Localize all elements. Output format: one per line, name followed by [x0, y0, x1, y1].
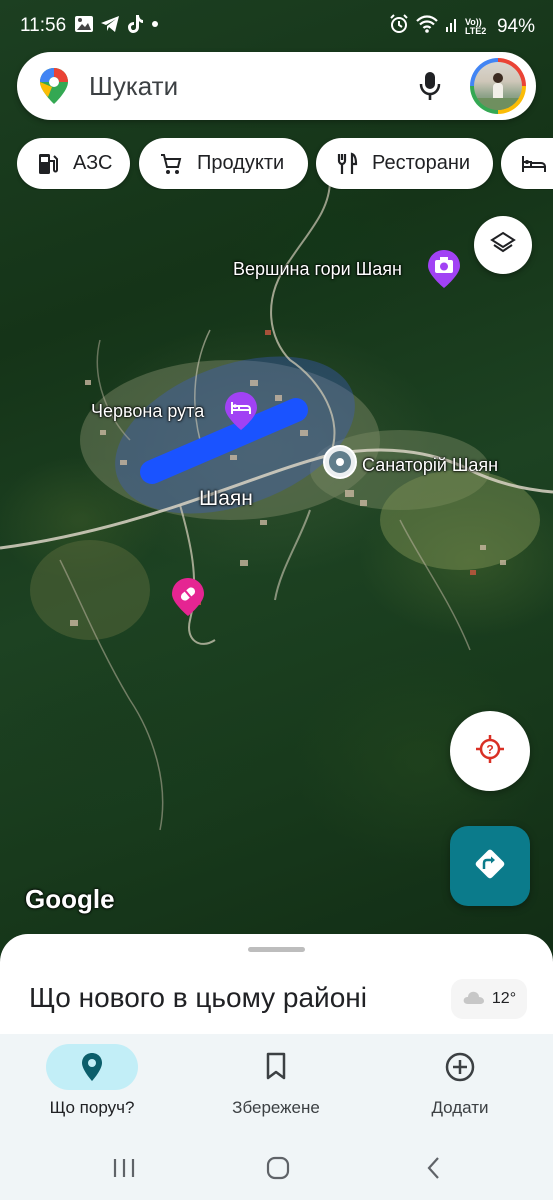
- search-bar[interactable]: Шукати: [17, 52, 536, 120]
- chip-label: Ресторани: [372, 152, 471, 174]
- directions-icon: [473, 847, 507, 886]
- map-label-hotel[interactable]: Червона рута: [91, 401, 204, 422]
- battery-level: 94%: [496, 16, 535, 37]
- maps-pin-icon: [39, 67, 69, 110]
- chip-hotels[interactable]: [501, 138, 553, 189]
- cart-icon: [159, 152, 183, 176]
- telegram-icon: [100, 15, 120, 39]
- weather-temperature: 12°: [491, 990, 517, 1007]
- cloud-icon: [462, 989, 486, 1010]
- category-chips: АЗС Продукти Ресторани: [17, 138, 553, 190]
- map-label-peak[interactable]: Вершина гори Шаян: [233, 259, 402, 280]
- weather-chip[interactable]: 12°: [451, 979, 527, 1019]
- signal-icon: [445, 15, 459, 39]
- map-label-sanatorium[interactable]: Санаторій Шаян: [362, 455, 498, 476]
- map-label-village[interactable]: Шаян: [199, 487, 253, 511]
- back-icon: [426, 1156, 442, 1185]
- chip-label: АЗС: [73, 152, 113, 174]
- hotel-poi-icon[interactable]: [224, 391, 258, 436]
- sanatorium-poi-icon[interactable]: [322, 444, 358, 485]
- status-bar: 11:56 Vo)) LTE2 94%: [0, 0, 553, 52]
- pharmacy-poi-icon[interactable]: [171, 577, 205, 622]
- nav-contribute[interactable]: Додати: [368, 1034, 552, 1142]
- recents-icon: [112, 1157, 136, 1184]
- nav-label: Що поруч?: [49, 1098, 135, 1117]
- nav-label: Додати: [431, 1098, 489, 1117]
- tiktok-icon: [126, 14, 144, 40]
- chip-label: Продукти: [197, 152, 285, 174]
- mic-icon[interactable]: [418, 70, 442, 107]
- sheet-drag-handle[interactable]: [248, 947, 305, 952]
- home-icon: [265, 1155, 291, 1186]
- nav-label: Збережене: [232, 1098, 320, 1117]
- camera-poi-icon[interactable]: [427, 249, 461, 294]
- chip-groceries[interactable]: Продукти: [139, 138, 308, 189]
- chip-restaurants[interactable]: Ресторани: [316, 138, 493, 189]
- layers-icon: [490, 230, 516, 261]
- location-target-icon: ?: [474, 733, 506, 770]
- nav-saved[interactable]: Збережене: [184, 1034, 368, 1142]
- fuel-icon: [37, 152, 59, 176]
- layers-button[interactable]: [474, 216, 532, 274]
- avatar[interactable]: [470, 58, 526, 114]
- search-input[interactable]: Шукати: [89, 71, 178, 102]
- wifi-icon: [415, 14, 439, 40]
- restaurant-icon: [336, 151, 358, 176]
- alarm-icon: [389, 14, 409, 40]
- chip-fuel[interactable]: АЗС: [17, 138, 130, 189]
- google-watermark: Google: [25, 884, 115, 914]
- sheet-title: Що нового в цьому районі: [29, 982, 367, 1013]
- status-time: 11:56: [20, 15, 67, 36]
- bottom-navigation: Що поруч? Збережене Додати: [0, 1034, 553, 1142]
- volte-icon: Vo)) LTE2: [464, 17, 487, 36]
- directions-button[interactable]: [450, 826, 530, 906]
- hotel-icon: [521, 154, 547, 174]
- svg-text:?: ?: [486, 742, 493, 756]
- system-navigation-bar: [0, 1142, 553, 1200]
- my-location-button[interactable]: ?: [450, 711, 530, 791]
- home-button[interactable]: [258, 1150, 298, 1190]
- nav-explore[interactable]: Що поруч?: [0, 1034, 184, 1142]
- add-circle-icon: [368, 1052, 552, 1082]
- bookmark-icon: [184, 1052, 368, 1080]
- place-icon: [0, 1052, 184, 1082]
- explore-sheet[interactable]: Що нового в цьому районі 12°: [0, 934, 553, 1044]
- gallery-icon: [74, 15, 94, 39]
- dot-icon: [150, 15, 160, 39]
- back-button[interactable]: [414, 1150, 454, 1190]
- recents-button[interactable]: [104, 1150, 144, 1190]
